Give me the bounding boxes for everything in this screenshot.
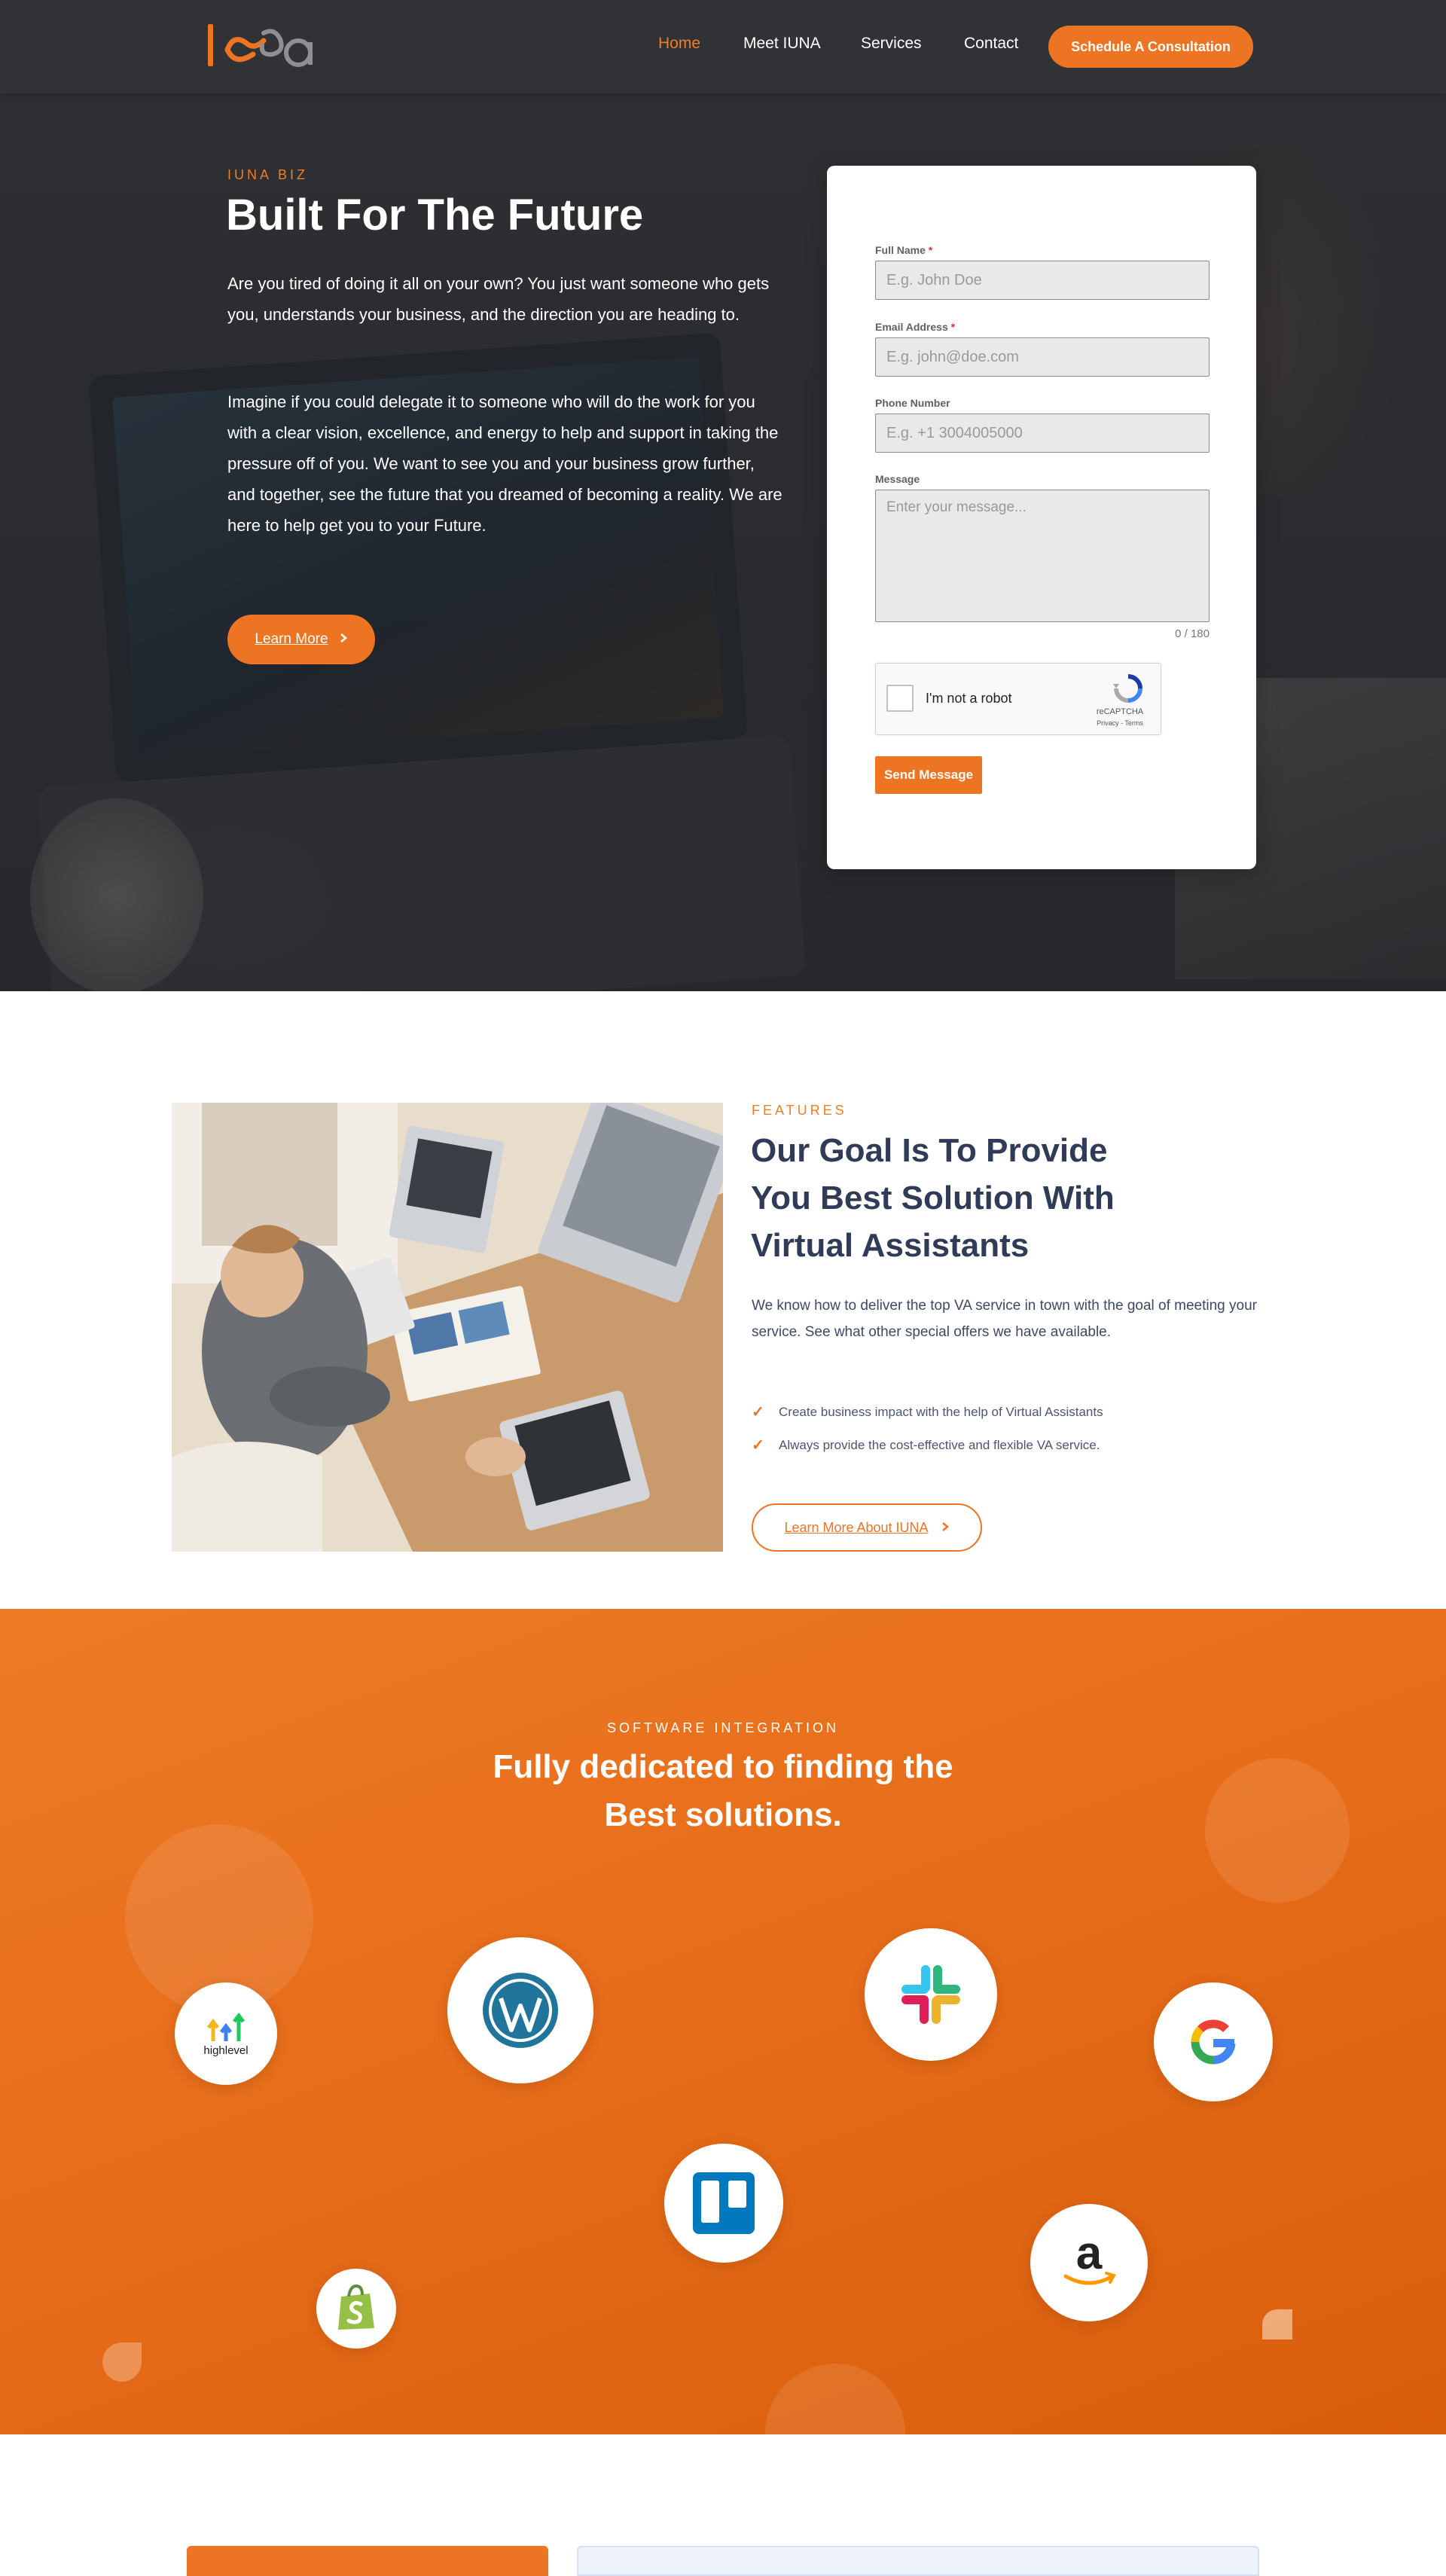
message-textarea[interactable]: Enter your message... <box>875 490 1210 622</box>
check-item-2: ✓ Always provide the cost-effective and … <box>752 1437 1100 1454</box>
trello-logo[interactable] <box>664 2144 783 2263</box>
hero-learn-more-label: Learn More <box>255 631 328 647</box>
recaptcha-checkbox[interactable] <box>886 685 914 712</box>
learn-more-about-iuna-button[interactable]: Learn More About IUNA <box>752 1503 982 1552</box>
recaptcha-privacy-terms[interactable]: Privacy - Terms <box>1090 719 1150 727</box>
schedule-consultation-button[interactable]: Schedule A Consultation <box>1048 26 1253 68</box>
recaptcha-brand: reCAPTCHA <box>1096 707 1144 716</box>
recaptcha-label: I'm not a robot <box>926 691 1012 706</box>
site-header: Home Meet IUNA Services Contact Schedule… <box>0 0 1446 93</box>
contact-form-card: Full Name * E.g. John Doe Email Address … <box>827 166 1256 869</box>
pricing-card-highlighted <box>187 2546 548 2576</box>
email-label: Email Address * <box>875 321 956 333</box>
iuna-logo[interactable] <box>205 20 325 72</box>
pricing-card <box>577 2546 1259 2576</box>
learn-more-about-iuna-label: Learn More About IUNA <box>784 1519 929 1535</box>
hero-paragraph-1: Are you tired of doing it all on your ow… <box>227 274 770 324</box>
nav-home[interactable]: Home <box>658 35 700 53</box>
full-name-input[interactable]: E.g. John Doe <box>875 261 1210 300</box>
message-label: Message <box>875 473 920 485</box>
recaptcha-widget: I'm not a robot reCAPTCHA Privacy - Term… <box>875 663 1161 735</box>
hero-learn-more-button[interactable]: Learn More <box>227 615 375 664</box>
recaptcha-icon <box>1112 673 1144 704</box>
message-char-counter: 0 / 180 <box>1175 627 1210 640</box>
chevron-right-icon <box>339 631 348 648</box>
phone-input[interactable]: E.g. +1 3004005000 <box>875 414 1210 453</box>
check-icon: ✓ <box>752 1404 764 1421</box>
hero-section: Home Meet IUNA Services Contact Schedule… <box>0 0 1446 991</box>
svg-text:a: a <box>1076 2233 1103 2279</box>
wordpress-logo[interactable] <box>447 1937 593 2083</box>
slack-logo[interactable] <box>865 1928 997 2061</box>
check-item-1: ✓ Create business impact with the help o… <box>752 1404 1103 1421</box>
check-icon: ✓ <box>752 1437 764 1454</box>
google-logo[interactable] <box>1154 1982 1273 2101</box>
send-message-button[interactable]: Send Message <box>875 756 982 794</box>
phone-label: Phone Number <box>875 397 950 409</box>
nav-contact[interactable]: Contact <box>964 35 1018 53</box>
features-title: Our Goal Is To Provide You Best Solution… <box>751 1132 1115 1264</box>
hero-paragraph-2: Imagine if you could delegate it to some… <box>227 392 782 535</box>
full-name-label: Full Name * <box>875 244 933 256</box>
hero-title: Built For The Future <box>226 191 644 240</box>
features-photo <box>172 1103 723 1552</box>
software-integration-section: SOFTWARE INTEGRATION Fully dedicated to … <box>0 1609 1446 2434</box>
integration-title: Fully dedicated to finding the Best solu… <box>493 1748 953 1833</box>
shopify-logo[interactable] <box>316 2269 396 2349</box>
nav-services[interactable]: Services <box>861 35 922 53</box>
features-paragraph: We know how to deliver the top VA servic… <box>752 1298 1257 1340</box>
highlevel-logo[interactable]: highlevel <box>175 1982 277 2085</box>
next-section-preview <box>0 2434 1446 2576</box>
nav-meet-iuna[interactable]: Meet IUNA <box>743 35 821 53</box>
amazon-logo[interactable]: a <box>1030 2204 1148 2321</box>
email-input[interactable]: E.g. john@doe.com <box>875 337 1210 377</box>
hero-eyebrow: IUNA BIZ <box>227 167 309 182</box>
integration-eyebrow: SOFTWARE INTEGRATION <box>607 1720 839 1735</box>
features-section: FEATURES Our Goal Is To Provide You Best… <box>0 991 1446 1609</box>
features-eyebrow: FEATURES <box>752 1103 847 1118</box>
chevron-right-icon <box>941 1520 950 1536</box>
